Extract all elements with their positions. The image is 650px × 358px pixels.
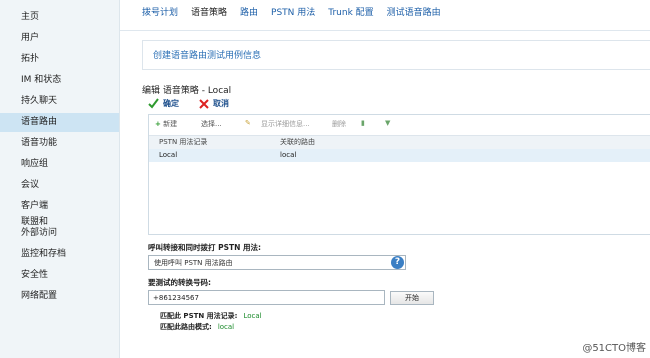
nav-users[interactable]: 用户	[0, 32, 119, 44]
nav-clients[interactable]: 客户端	[0, 200, 119, 212]
nav-voice-routing[interactable]: 语音路由	[0, 113, 119, 132]
nav-home[interactable]: 主页	[0, 11, 119, 23]
table-row[interactable]: Local local	[149, 149, 650, 162]
number-input[interactable]	[148, 290, 385, 305]
delete-button[interactable]: 删除	[332, 119, 346, 129]
new-button[interactable]: + 新建	[155, 119, 177, 129]
watermark: @51CTO博客	[582, 343, 646, 354]
cancel-label: 取消	[213, 99, 229, 108]
cancel-button[interactable]: 取消	[199, 98, 229, 109]
pstn-usage-grid: + 新建 选择... ✎ 显示详细信息... 删除 ▮ ▼ PSTN 用法记录 …	[148, 114, 650, 235]
nav-persistent-chat[interactable]: 持久聊天	[0, 95, 119, 107]
check-icon	[148, 98, 159, 109]
col-associated-routes[interactable]: 关联的路由	[280, 137, 315, 147]
matched-route-value: local	[217, 323, 235, 331]
close-icon	[199, 98, 209, 109]
ok-label: 确定	[163, 99, 179, 108]
tab-route[interactable]: 路由	[240, 6, 258, 20]
grid-header: PSTN 用法记录 关联的路由	[149, 135, 650, 150]
cell-route: local	[280, 151, 297, 159]
start-button[interactable]: 开始	[390, 291, 434, 305]
move-down-icon[interactable]: ▼	[385, 119, 390, 127]
nav-conferencing[interactable]: 会议	[0, 179, 119, 191]
help-icon[interactable]: ?	[391, 256, 404, 269]
nav-network-config[interactable]: 网络配置	[0, 290, 119, 302]
show-details-button[interactable]: 显示详细信息...	[261, 119, 310, 129]
tab-bar: 拨号计划 语音策略 路由 PSTN 用法 Trunk 配置 测试语音路由	[142, 6, 441, 20]
tab-trunk-config[interactable]: Trunk 配置	[328, 6, 373, 20]
cell-pstn-usage: Local	[159, 151, 178, 159]
tab-pstn-usage[interactable]: PSTN 用法	[271, 6, 315, 20]
edit-title: 编辑 语音策略 - Local	[142, 86, 232, 96]
tab-dial-plan[interactable]: 拨号计划	[142, 6, 178, 20]
tab-test-voice-routing[interactable]: 测试语音路由	[387, 6, 441, 20]
ok-button[interactable]: 确定	[148, 98, 179, 109]
number-label: 要测试的转换号码:	[148, 278, 211, 287]
matched-pstn-label: 匹配此 PSTN 用法记录:	[160, 312, 238, 320]
grid-toolbar: + 新建 选择... ✎ 显示详细信息... 删除 ▮ ▼	[149, 115, 650, 135]
action-bar: 确定 取消	[148, 98, 229, 109]
banner-link[interactable]: 创建语音路由测试用例信息	[153, 48, 261, 61]
banner: 创建语音路由测试用例信息	[142, 40, 650, 70]
matched-pstn-usage: 匹配此 PSTN 用法记录: Local	[160, 311, 262, 321]
tab-divider	[120, 30, 650, 31]
move-up-icon[interactable]: ▮	[361, 119, 365, 127]
edit-icon[interactable]: ✎	[245, 119, 251, 127]
matched-pstn-value: Local	[243, 312, 262, 320]
sidebar: 主页 用户 拓扑 IM 和状态 持久聊天 语音路由 语音功能 响应组 会议 客户…	[0, 0, 120, 358]
new-label: 新建	[163, 120, 178, 128]
matched-route-label: 匹配此路由模式:	[160, 323, 212, 331]
plus-icon: +	[155, 120, 161, 128]
nav-federation[interactable]: 联盟和 外部访问	[0, 217, 119, 239]
select-button[interactable]: 选择...	[201, 119, 222, 129]
transfer-usage-select[interactable]: 使用呼叫 PSTN 用法路由	[148, 255, 406, 270]
nav-im-presence[interactable]: IM 和状态	[0, 74, 119, 86]
nav-response-groups[interactable]: 响应组	[0, 158, 119, 170]
main-panel: 拨号计划 语音策略 路由 PSTN 用法 Trunk 配置 测试语音路由 创建语…	[120, 0, 650, 358]
tab-voice-policy[interactable]: 语音策略	[191, 6, 227, 20]
transfer-usage-label: 呼叫转接和同时拨打 PSTN 用法:	[148, 243, 262, 252]
nav-security[interactable]: 安全性	[0, 269, 119, 281]
nav-topology[interactable]: 拓扑	[0, 53, 119, 65]
nav-monitoring[interactable]: 监控和存档	[0, 248, 119, 260]
col-pstn-usage[interactable]: PSTN 用法记录	[159, 137, 207, 147]
matched-route-pattern: 匹配此路由模式: local	[160, 322, 234, 332]
transfer-usage-value: 使用呼叫 PSTN 用法路由	[154, 259, 233, 267]
nav-voice-features[interactable]: 语音功能	[0, 137, 119, 149]
